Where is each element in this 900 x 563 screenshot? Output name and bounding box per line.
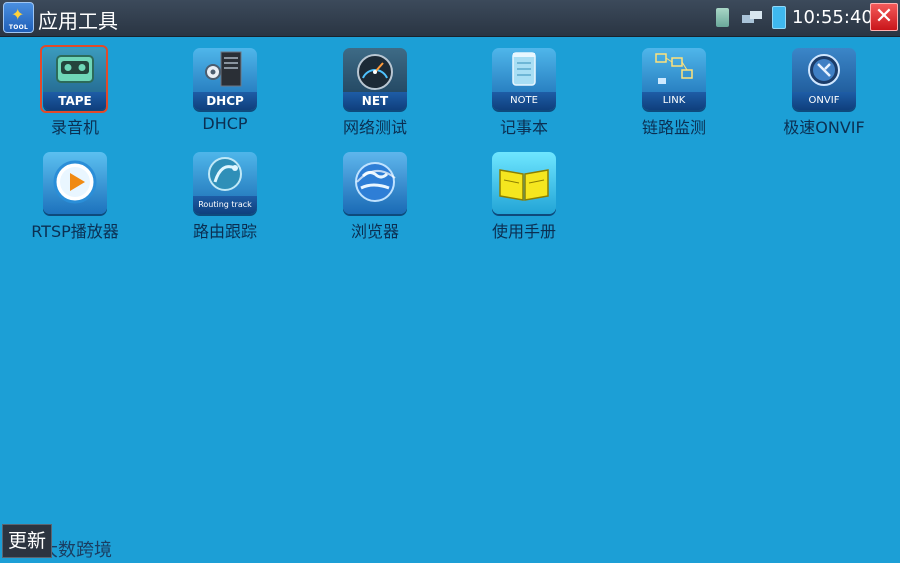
app-label: 录音机 bbox=[50, 118, 99, 137]
battery-icon bbox=[772, 6, 786, 29]
selection-highlight bbox=[40, 45, 108, 113]
page-title: 应用工具 bbox=[38, 9, 118, 33]
open-book-icon bbox=[492, 152, 556, 216]
route-icon-label: Routing track bbox=[193, 196, 257, 214]
net-icon-label: NET bbox=[343, 92, 407, 110]
app-label: 使用手册 bbox=[491, 222, 556, 241]
play-button-icon bbox=[43, 152, 107, 216]
app-route-trace[interactable]: Routing track 路由跟踪 bbox=[165, 150, 285, 248]
onvif-icon-label: ONVIF bbox=[792, 92, 856, 110]
tool-app-logo-icon: ✦ TOOL bbox=[3, 2, 34, 33]
link-icon-label: LINK bbox=[642, 92, 706, 110]
app-label: 极速ONVIF bbox=[783, 118, 865, 137]
app-label: DHCP bbox=[202, 114, 248, 133]
speedometer-icon: NET bbox=[343, 48, 407, 112]
onvif-disc-icon: ONVIF bbox=[792, 48, 856, 112]
dhcp-icon-label: DHCP bbox=[193, 92, 257, 110]
network-icon bbox=[742, 11, 762, 23]
globe-drawing bbox=[355, 162, 396, 202]
dhcp-drawing bbox=[205, 51, 242, 87]
note-drawing bbox=[512, 52, 536, 86]
server-gear-icon: DHCP bbox=[193, 48, 257, 112]
globe-icon bbox=[343, 152, 407, 216]
update-button[interactable]: 更新 bbox=[2, 524, 52, 558]
top-bar: ✦ TOOL 应用工具 10:55:40 ✕ bbox=[0, 0, 900, 37]
app-link-monitor[interactable]: LINK 链路监测 bbox=[614, 46, 734, 144]
app-network-test[interactable]: NET 网络测试 bbox=[315, 46, 435, 144]
tape-recorder-icon: TAPE bbox=[40, 45, 108, 113]
app-label: 记事本 bbox=[499, 118, 548, 137]
notebook-icon: NOTE bbox=[492, 48, 556, 112]
app-label: RTSP播放器 bbox=[31, 222, 119, 241]
app-label: 路由跟踪 bbox=[192, 222, 257, 241]
net-drawing bbox=[357, 54, 393, 90]
routing-track-icon: Routing track bbox=[193, 152, 257, 216]
logo-glyph: ✦ bbox=[11, 5, 25, 24]
app-rtsp-player[interactable]: RTSP播放器 bbox=[15, 150, 135, 248]
close-button[interactable]: ✕ bbox=[870, 3, 898, 31]
book-drawing bbox=[499, 169, 549, 201]
play-drawing bbox=[53, 160, 97, 204]
logo-text: TOOL bbox=[8, 24, 29, 31]
app-label: 浏览器 bbox=[350, 222, 399, 241]
app-label: 链路监测 bbox=[641, 118, 706, 137]
route-drawing bbox=[208, 157, 242, 191]
app-dhcp[interactable]: DHCP DHCP bbox=[165, 46, 285, 144]
app-label: 网络测试 bbox=[342, 118, 407, 137]
onvif-drawing bbox=[808, 54, 840, 86]
link-diagram-icon: LINK bbox=[642, 48, 706, 112]
note-icon-label: NOTE bbox=[492, 92, 556, 110]
link-drawing bbox=[655, 53, 693, 84]
status-clock: 10:55:40 bbox=[792, 7, 873, 28]
app-onvif[interactable]: ONVIF 极速ONVIF bbox=[764, 46, 884, 144]
app-notepad[interactable]: NOTE 记事本 bbox=[464, 46, 584, 144]
app-user-manual[interactable]: 使用手册 bbox=[464, 150, 584, 248]
sd-card-icon bbox=[716, 8, 729, 27]
app-tape-recorder[interactable]: TAPE 录音机 bbox=[15, 45, 135, 144]
app-browser[interactable]: 浏览器 bbox=[315, 150, 435, 248]
